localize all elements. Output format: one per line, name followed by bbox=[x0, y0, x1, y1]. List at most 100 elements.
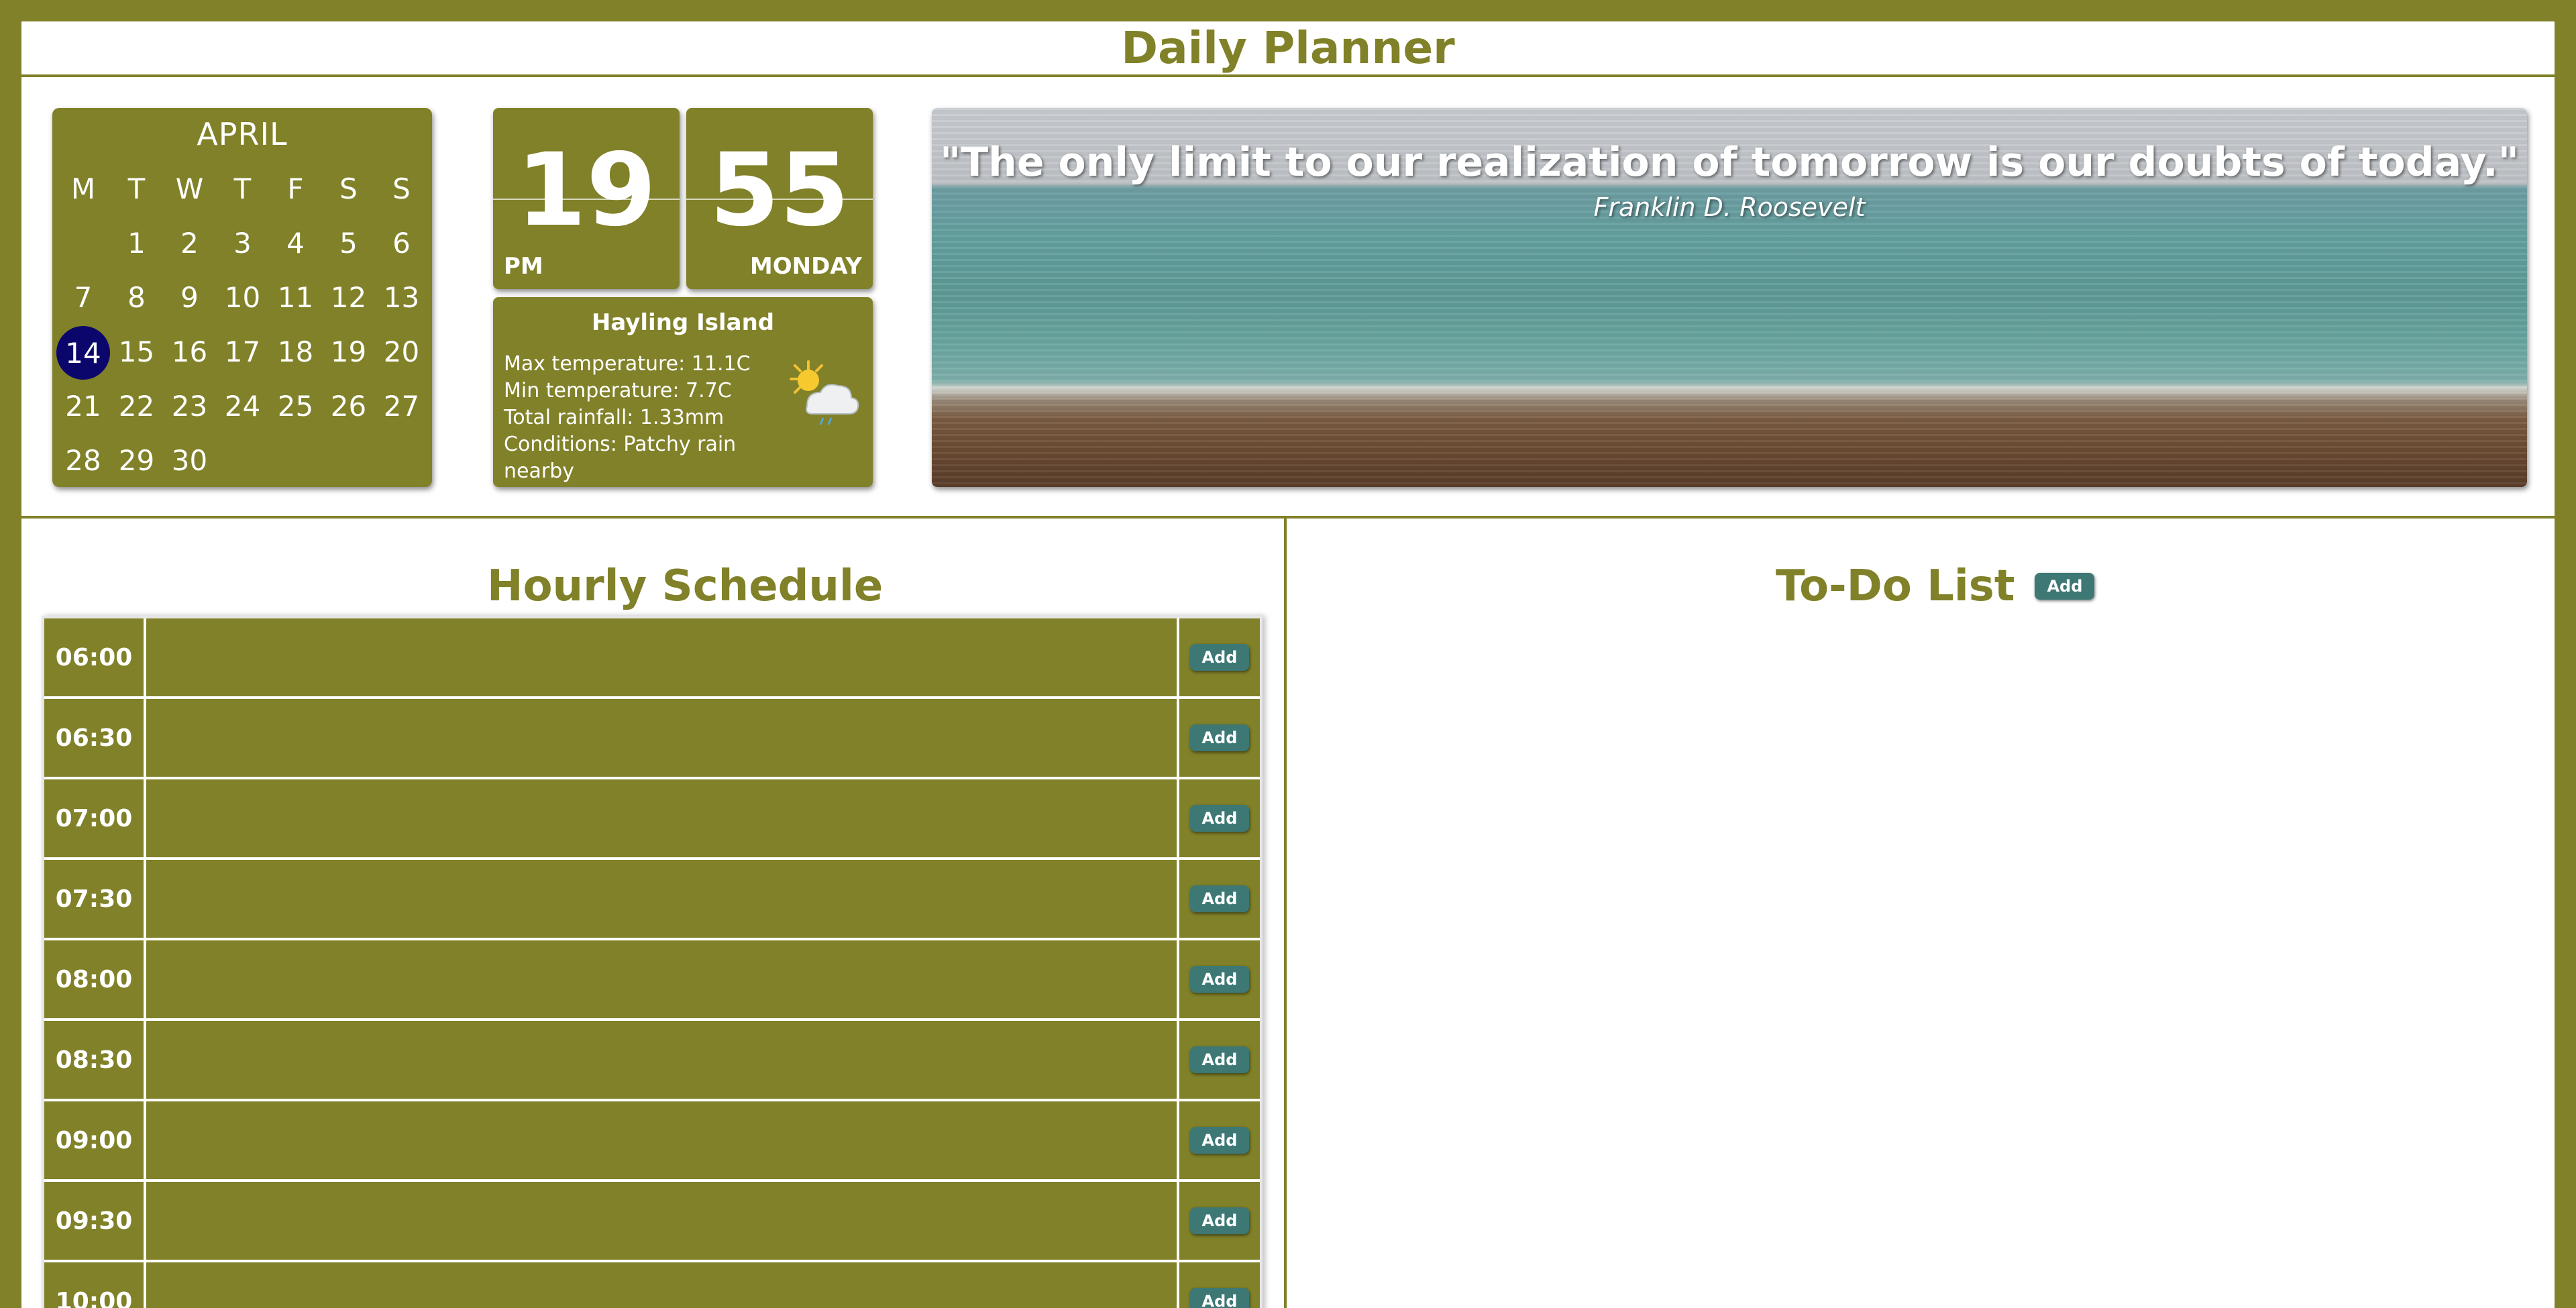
weather-conditions: Conditions: Patchy rain nearby bbox=[504, 433, 737, 483]
calendar-day: 26 bbox=[322, 386, 375, 440]
weather-min-temp: Min temperature: 7.7C bbox=[504, 379, 732, 402]
todo-add-button[interactable]: Add bbox=[2035, 573, 2095, 600]
calendar-day: 28 bbox=[56, 440, 110, 494]
day-label: 2 bbox=[180, 227, 199, 260]
schedule-time: 08:30 bbox=[44, 1021, 146, 1099]
todo-header: To-Do List Add bbox=[1776, 561, 2095, 611]
calendar-day: 30 bbox=[163, 440, 216, 494]
sun-cloud-rain-icon bbox=[790, 360, 859, 425]
weather-card: Hayling Island Max temperature: 11.1C Mi… bbox=[493, 297, 873, 487]
calendar-empty-cell bbox=[375, 440, 428, 494]
schedule-slot[interactable] bbox=[146, 1101, 1179, 1179]
calendar-day: 11 bbox=[269, 277, 322, 331]
schedule-add-cell: Add bbox=[1179, 1262, 1260, 1308]
day-label: 10 bbox=[224, 281, 261, 314]
schedule-slot[interactable] bbox=[146, 779, 1179, 857]
day-label: 7 bbox=[74, 281, 93, 314]
weekday-header: W bbox=[175, 172, 204, 205]
schedule-add-button[interactable]: Add bbox=[1189, 1288, 1250, 1308]
day-label: 29 bbox=[118, 444, 155, 477]
schedule-time: 08:00 bbox=[44, 940, 146, 1018]
schedule-slot[interactable] bbox=[146, 1262, 1179, 1308]
schedule-add-button[interactable]: Add bbox=[1189, 1127, 1250, 1154]
calendar-day: 16 bbox=[163, 331, 216, 386]
clock-hour: 19 bbox=[516, 132, 657, 249]
weekday-header: T bbox=[127, 172, 146, 205]
day-label: 4 bbox=[286, 227, 305, 260]
calendar-day: 20 bbox=[375, 331, 428, 386]
day-label: 13 bbox=[383, 281, 420, 314]
weather-max-temp: Max temperature: 11.1C bbox=[504, 352, 751, 376]
day-label: 3 bbox=[233, 227, 252, 260]
day-label: 28 bbox=[65, 444, 101, 477]
schedule-time: 09:00 bbox=[44, 1101, 146, 1179]
column-divider bbox=[1284, 519, 1287, 1308]
schedule-slot[interactable] bbox=[146, 860, 1179, 938]
todo-title: To-Do List bbox=[1776, 561, 2015, 611]
weather-details: Max temperature: 11.1C Min temperature: … bbox=[504, 351, 772, 485]
schedule-row: 07:30 Add bbox=[44, 860, 1260, 940]
calendar-day: 21 bbox=[56, 386, 110, 440]
day-label: 27 bbox=[383, 390, 420, 423]
schedule-add-button[interactable]: Add bbox=[1189, 885, 1250, 912]
calendar-day: 10 bbox=[216, 277, 269, 331]
schedule-add-button[interactable]: Add bbox=[1189, 724, 1250, 751]
day-label: 16 bbox=[171, 335, 208, 368]
schedule-time: 07:00 bbox=[44, 779, 146, 857]
calendar-empty-cell bbox=[269, 440, 322, 494]
schedule-slot[interactable] bbox=[146, 1182, 1179, 1260]
calendar-day: 7 bbox=[56, 277, 110, 331]
page-header: Daily Planner bbox=[21, 21, 2555, 77]
weekday-header: M bbox=[70, 172, 96, 205]
calendar-day: 23 bbox=[163, 386, 216, 440]
schedule-add-cell: Add bbox=[1179, 699, 1260, 777]
month-calendar: APRIL M T W T F S S 1 2 3 4 5 6 7 8 9 10 11 12 13 14 15 16 17 18… bbox=[52, 108, 432, 487]
section-divider bbox=[21, 516, 2555, 519]
clock-minute: 55 bbox=[709, 132, 850, 249]
calendar-day: 13 bbox=[375, 277, 428, 331]
schedule-row: 09:00 Add bbox=[44, 1101, 1260, 1182]
day-label: 11 bbox=[277, 281, 314, 314]
schedule-time: 10:00 bbox=[44, 1262, 146, 1308]
schedule-row: 06:30 Add bbox=[44, 699, 1260, 779]
schedule-add-button[interactable]: Add bbox=[1189, 1207, 1250, 1234]
clock-weekday: MONDAY bbox=[749, 253, 862, 280]
page-title: Daily Planner bbox=[1121, 22, 1455, 74]
day-label: 18 bbox=[277, 335, 314, 368]
calendar-empty-cell bbox=[56, 223, 110, 277]
clock-hour-card: 19 PM bbox=[493, 108, 680, 289]
weekday-header: T bbox=[233, 172, 252, 205]
calendar-day: 6 bbox=[375, 223, 428, 277]
today-label: 14 bbox=[56, 326, 110, 380]
day-label: 5 bbox=[339, 227, 358, 260]
schedule-add-button[interactable]: Add bbox=[1189, 966, 1250, 993]
schedule-slot[interactable] bbox=[146, 940, 1179, 1018]
schedule-slot[interactable] bbox=[146, 618, 1179, 696]
day-label: 15 bbox=[118, 335, 155, 368]
schedule-slot[interactable] bbox=[146, 699, 1179, 777]
clock-minute-card: 55 MONDAY bbox=[686, 108, 873, 289]
schedule-add-cell: Add bbox=[1179, 618, 1260, 696]
schedule-add-button[interactable]: Add bbox=[1189, 1046, 1250, 1073]
day-label: 19 bbox=[330, 335, 367, 368]
calendar-day: 19 bbox=[322, 331, 375, 386]
schedule-add-cell: Add bbox=[1179, 1182, 1260, 1260]
weekday-header: S bbox=[339, 172, 358, 205]
calendar-day: 27 bbox=[375, 386, 428, 440]
quote-text: "The only limit to our realization of to… bbox=[939, 139, 2519, 186]
schedule-time: 07:30 bbox=[44, 860, 146, 938]
calendar-day: 12 bbox=[322, 277, 375, 331]
schedule-title: Hourly Schedule bbox=[487, 561, 883, 611]
schedule-add-cell: Add bbox=[1179, 940, 1260, 1018]
day-label: 24 bbox=[224, 390, 261, 423]
day-label: 22 bbox=[118, 390, 155, 423]
day-label: 9 bbox=[180, 281, 199, 314]
quote-banner: "The only limit to our realization of to… bbox=[932, 108, 2527, 487]
schedule-slot[interactable] bbox=[146, 1021, 1179, 1099]
schedule-add-button[interactable]: Add bbox=[1189, 805, 1250, 832]
day-label: 25 bbox=[277, 390, 314, 423]
schedule-add-button[interactable]: Add bbox=[1189, 644, 1250, 671]
day-label: 8 bbox=[127, 281, 146, 314]
day-label: 30 bbox=[171, 444, 208, 477]
calendar-day: 2 bbox=[163, 223, 216, 277]
